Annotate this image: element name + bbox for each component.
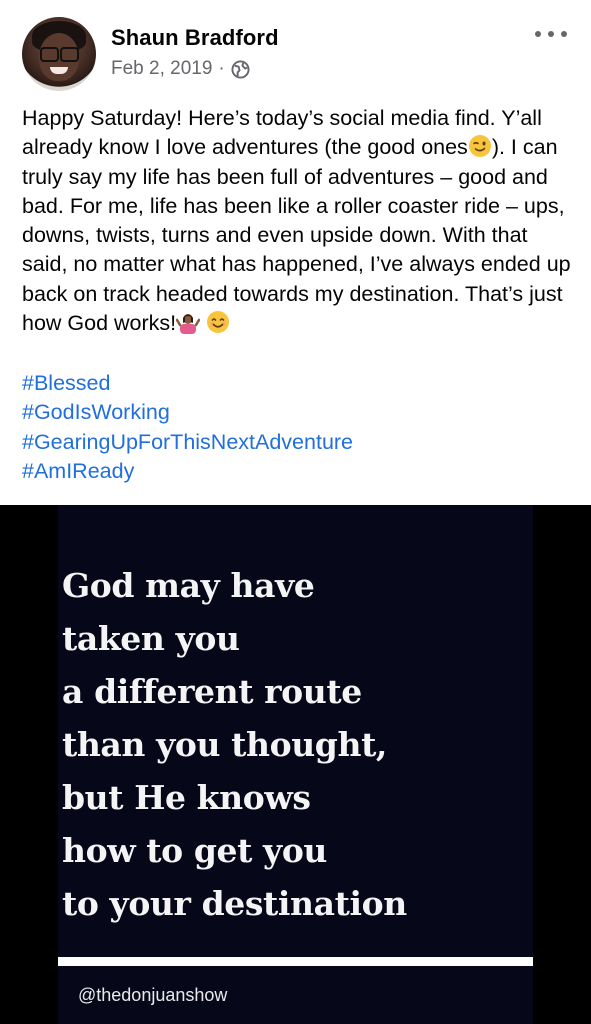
more-horizontal-icon <box>535 31 541 37</box>
post-meta: Feb 2, 2019 · <box>111 58 250 80</box>
meta-separator: · <box>218 58 225 79</box>
hashtag-gearingupforthisnextadventure[interactable]: #GearingUpForThisNextAdventure <box>22 428 353 457</box>
hashtag-amiready[interactable]: #AmIReady <box>22 457 353 486</box>
quote-divider <box>58 957 533 966</box>
post-header: Shaun Bradford Feb 2, 2019 · <box>0 0 591 100</box>
post-message: Happy Saturday! Here’s today’s social me… <box>22 104 574 338</box>
quote-text: God may have taken you a different route… <box>62 566 407 923</box>
hashtag-list: #Blessed #GodIsWorking #GearingUpForThis… <box>22 369 353 486</box>
hashtag-blessed[interactable]: #Blessed <box>22 369 353 398</box>
winking-face-emoji <box>468 135 491 158</box>
author-avatar[interactable] <box>22 17 96 91</box>
woman-shrugging-emoji <box>176 314 201 335</box>
post-date[interactable]: Feb 2, 2019 <box>111 58 212 80</box>
hashtag-godisworking[interactable]: #GodIsWorking <box>22 398 353 427</box>
post-text-part-1: Happy Saturday! Here’s today’s social me… <box>22 106 542 160</box>
post-text-part-2: ). I can truly say my life has been full… <box>22 135 571 336</box>
post-image[interactable]: God may have taken you a different route… <box>0 505 591 1024</box>
author-name[interactable]: Shaun Bradford <box>111 25 279 51</box>
more-options-button[interactable] <box>535 26 567 42</box>
avatar-glasses <box>40 47 79 62</box>
quote-credit: @thedonjuanshow <box>78 985 228 1005</box>
smiling-face-emoji <box>207 311 230 334</box>
globe-icon <box>231 59 250 79</box>
